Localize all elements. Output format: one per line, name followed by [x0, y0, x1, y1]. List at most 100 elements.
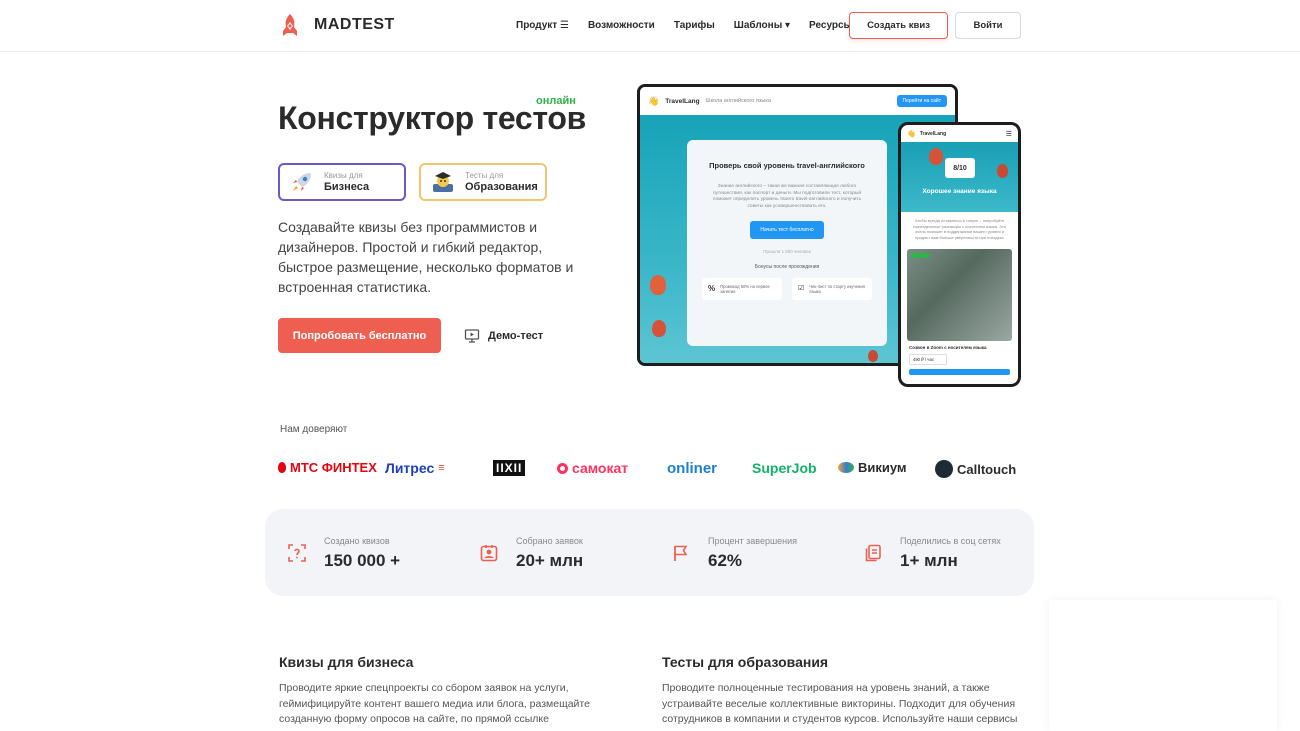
partner-mts: МТС ФИНТЕХ [278, 460, 377, 475]
scan-question-icon [288, 544, 306, 562]
mobile-photo [907, 249, 1012, 341]
partner-iixii: IIXII [493, 460, 526, 476]
try-free-button[interactable]: Попробовать бесплатно [278, 318, 441, 353]
balloon-icon [650, 275, 666, 295]
checklist-icon: ☑ [798, 285, 805, 293]
page-title: Конструктор тестов [278, 100, 586, 136]
tab-education-label: Образования [465, 180, 538, 193]
stat-leads-value: 20+ млн [516, 551, 584, 570]
mobile-result-title: Хорошее знание языка [922, 188, 997, 195]
nav-features[interactable]: Возможности [588, 20, 655, 31]
partner-onliner: onliner [667, 460, 717, 477]
rocket-icon [293, 173, 311, 191]
tab-business-label: Бизнеса [324, 180, 370, 193]
menu-icon: ☰ [1005, 130, 1012, 138]
stats-panel: Создано квизов 150 000 + Собрано заявок … [265, 509, 1034, 596]
stat-quizzes-label: Создано квизов [324, 536, 390, 546]
preview-bonus-2: ☑ Чек-лист по старту изучения языка [792, 278, 872, 300]
preview-passed: Прошли 1 500 человек [763, 249, 811, 254]
preview-bonus-title: Бонусы после прохождения [754, 264, 820, 270]
mobile-brand: TravelLang [919, 130, 947, 137]
stat-quizzes-value: 150 000 + [324, 551, 401, 570]
stat-completion-value: 62% [708, 551, 743, 570]
tab-education-small: Тесты для [465, 170, 504, 180]
mobile-photo-badge [911, 253, 929, 258]
business-section-title: Квизы для бизнеса [279, 654, 414, 670]
hero-description: Создавайте квизы без программистов и диз… [278, 219, 574, 295]
trust-label: Нам доверяют [280, 424, 348, 435]
preview-bonus-2-text: Чек-лист по старту изучения языка [809, 283, 865, 295]
preview-subtitle: Школа английского языка [705, 98, 771, 104]
mobile-result-text: Чтобы всегда оставаться в тонусе – попро… [912, 218, 1007, 240]
stat-completion-label: Процент завершения [708, 536, 798, 546]
partner-mts-label: МТС ФИНТЕХ [290, 460, 377, 475]
mobile-price: 490 ₽ / час [909, 354, 947, 365]
contact-card-icon [480, 545, 498, 562]
stat-shares: Поделились в соц сетях 1+ млн [864, 536, 1001, 571]
preview-goto-button: Перейти на сайт [896, 95, 947, 107]
stat-leads: Собрано заявок 20+ млн [480, 536, 583, 571]
partner-litres: Литрес ≡ [385, 460, 445, 476]
balloon-icon [652, 320, 666, 337]
preview-bonus-row: % Промокод 50% на первое занятие ☑ Чек-л… [687, 278, 887, 300]
egg-icon [278, 462, 286, 473]
flag-icon [674, 545, 688, 561]
main-nav: Продукт ☰ Возможности Тарифы Шаблоны ▾ Р… [516, 20, 860, 31]
wave-hand-icon: 👋 [907, 130, 916, 138]
mobile-score: 8/10 [945, 158, 975, 178]
partner-calltouch-label: Calltouch [957, 461, 1017, 477]
stat-leads-label: Собрано заявок [516, 536, 583, 546]
samokat-icon [557, 462, 568, 474]
graduate-icon [433, 172, 453, 192]
lines-icon: ≡ [438, 462, 445, 474]
nav-templates[interactable]: Шаблоны ▾ [734, 20, 790, 31]
balloon-icon [868, 350, 878, 362]
rocket-logo-icon [283, 14, 297, 36]
balloon-icon [997, 164, 1008, 178]
site-header: MADTEST Продукт ☰ Возможности Тарифы Шаб… [0, 0, 1300, 52]
partner-vikium: Викиум [838, 460, 907, 475]
preview-brand: TravelLang [665, 97, 700, 105]
tab-business[interactable]: Квизы для Бизнеса [278, 163, 406, 201]
logo-text: MADTEST [314, 16, 395, 33]
login-button[interactable]: Войти [955, 12, 1021, 39]
mobile-result-hero: 8/10 Хорошее знание языка [901, 142, 1018, 212]
partner-vikium-label: Викиум [858, 460, 907, 475]
wave-hand-icon: 👋 [648, 95, 660, 106]
demo-test-link[interactable]: Демо-тест [464, 328, 543, 344]
floating-widget-placeholder [1049, 600, 1277, 731]
partner-onliner-label: onliner [667, 460, 718, 477]
mobile-caption: Созвон в Zoom с носителем языка [909, 345, 987, 350]
education-section-title: Тесты для образования [662, 654, 829, 670]
preview-bonus-1-text: Промокод 50% на первое занятие [720, 283, 770, 295]
mobile-topbar: 👋 TravelLang ☰ [901, 125, 1018, 142]
stat-shares-label: Поделились в соц сетях [900, 536, 1001, 546]
preview-quiz-card: Проверь свой уровень travel-английского … [687, 140, 887, 346]
vikium-icon [838, 462, 854, 473]
preview-topbar: 👋 TravelLang Школа английского языка Пер… [640, 87, 955, 115]
nav-pricing[interactable]: Тарифы [674, 20, 715, 31]
partner-iixii-label: IIXII [493, 460, 526, 476]
preview-bonus-1: % Промокод 50% на первое занятие [702, 278, 782, 300]
percent-icon: % [708, 284, 716, 294]
demo-test-label: Демо-тест [488, 330, 544, 342]
preview-quiz-text: Знание английского – такая же важная сос… [712, 184, 862, 209]
tab-business-small: Квизы для [324, 170, 363, 180]
partner-calltouch: Calltouch [935, 460, 1016, 478]
preview-quiz-title: Проверь свой уровень travel-английского [709, 161, 865, 170]
stat-completion: Процент завершения 62% [672, 536, 797, 571]
nav-product[interactable]: Продукт ☰ [516, 20, 569, 31]
partner-litres-label: Литрес [385, 460, 435, 476]
logo[interactable]: MADTEST [278, 13, 395, 37]
preview-start-button: Начать тест бесплатно [750, 221, 824, 239]
partner-samokat-label: самокат [572, 460, 629, 476]
mobile-preview: 👋 TravelLang ☰ 8/10 Хорошее знание языка… [898, 122, 1021, 387]
mobile-button [909, 369, 1010, 375]
create-quiz-button[interactable]: Создать квиз [849, 12, 948, 39]
partner-superjob: SuperJob [752, 460, 817, 476]
balloon-icon [929, 148, 943, 165]
share-docs-icon [865, 544, 881, 562]
partner-superjob-label: SuperJob [752, 460, 817, 476]
calltouch-icon [935, 460, 953, 478]
tab-education[interactable]: Тесты для Образования [419, 163, 547, 201]
